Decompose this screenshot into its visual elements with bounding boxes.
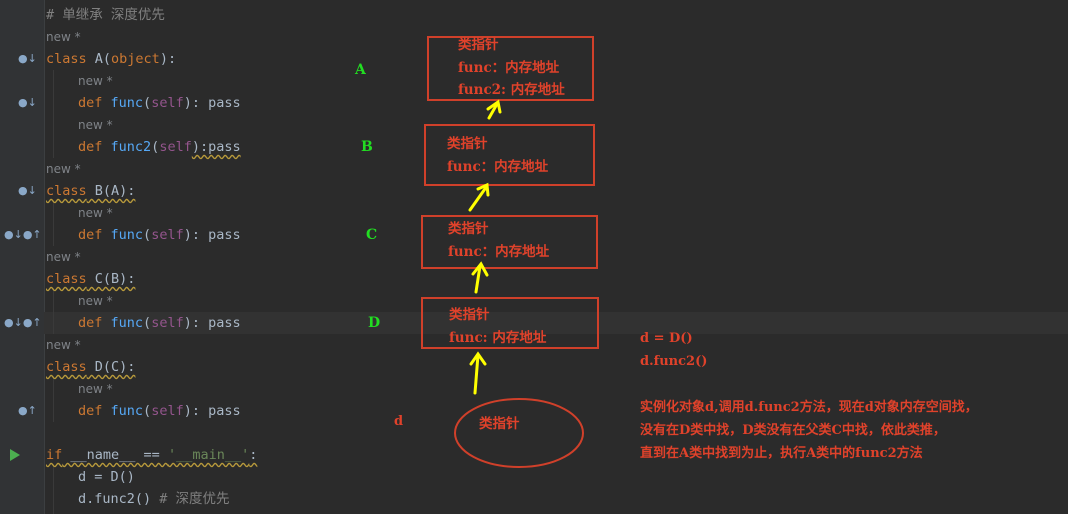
note-line: 没有在D类中找，D类没有在父类C中找，依此类推，: [640, 423, 946, 438]
arrow-d: [473, 353, 480, 395]
note-line: 直到在A类中找到为止，执行A类中的func2方法: [640, 446, 923, 461]
note-line: d = D(): [640, 331, 693, 346]
note-line: 实例化对象d,调用d.func2方法，现在d对象内存空间找，: [640, 400, 978, 415]
note-line: d.func2(): [640, 354, 708, 369]
instance-label: d: [394, 414, 404, 429]
instance-title: 类指针: [479, 416, 520, 432]
